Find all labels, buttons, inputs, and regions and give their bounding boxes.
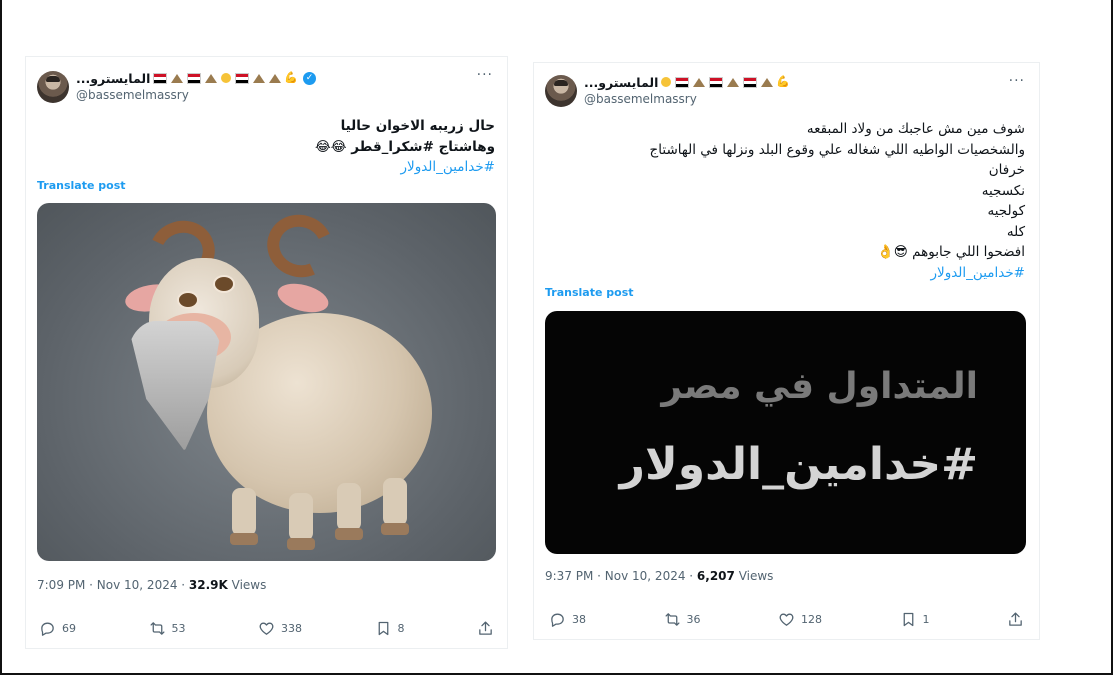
timestamp-text[interactable]: 7:09 PM · Nov 10, 2024 · — [37, 578, 189, 592]
reply-icon — [551, 613, 564, 627]
tweet-text-line: كله — [1006, 223, 1025, 240]
display-name[interactable]: ...المايسترو — [76, 71, 150, 86]
tweet-text-line: حال زريبه الاخوان حاليا — [340, 118, 495, 134]
egypt-flag-icon — [743, 76, 758, 88]
reply-button[interactable]: 69 — [39, 620, 76, 637]
tweet-timestamp[interactable]: 7:09 PM · Nov 10, 2024 · 32.9K Views — [37, 578, 266, 592]
reply-button[interactable]: 38 — [549, 611, 586, 628]
pyramid-icon — [253, 73, 266, 83]
bookmark-button[interactable]: 1 — [900, 611, 930, 628]
bookmark-icon — [378, 621, 388, 635]
bookmark-count: 8 — [397, 621, 405, 635]
display-name-row[interactable]: ...المايسترو 💪 ✓ — [76, 69, 317, 87]
avatar[interactable] — [37, 71, 69, 103]
repost-button[interactable]: 53 — [149, 620, 186, 637]
tweet-text: شوف مين مش عاجبك من ولاد المبقعه والشخصي… — [650, 119, 1025, 283]
views-label: Views — [227, 578, 267, 592]
egypt-flag-icon — [235, 72, 250, 84]
repost-button[interactable]: 36 — [664, 611, 701, 628]
muscle-icon: 💪 — [284, 71, 299, 84]
share-button[interactable] — [1007, 611, 1024, 628]
sheep-hoof — [287, 538, 315, 550]
pyramid-icon — [171, 73, 184, 83]
reply-count: 38 — [572, 612, 586, 626]
repost-icon — [149, 621, 165, 635]
more-options-icon[interactable]: ··· — [1009, 73, 1025, 89]
egypt-flag-icon — [153, 72, 168, 84]
user-handle[interactable]: @bassemelmassry — [76, 88, 189, 102]
like-button[interactable]: 338 — [258, 620, 302, 637]
tweet-image-sheep[interactable] — [37, 203, 496, 561]
egypt-flag-icon — [675, 76, 690, 88]
sheep-leg — [232, 488, 256, 536]
like-count: 128 — [801, 612, 822, 626]
user-handle[interactable]: @bassemelmassry — [584, 92, 697, 106]
sheep-horn — [258, 205, 342, 287]
heart-icon — [259, 622, 274, 635]
sheep-eye — [177, 291, 199, 309]
like-count: 338 — [281, 621, 302, 635]
egypt-flag-icon — [187, 72, 202, 84]
sheep-hoof — [381, 523, 409, 535]
pyramid-icon — [761, 77, 774, 87]
display-name-row[interactable]: ...المايسترو 💪 — [584, 73, 790, 91]
tweet-text-line: نكسجيه — [981, 182, 1025, 199]
tweet-text-line: كولجيه — [987, 203, 1025, 219]
tweet-text-line: شوف مين مش عاجبك من ولاد المبقعه — [806, 121, 1025, 137]
sheep-hoof — [335, 528, 363, 540]
sun-icon — [221, 73, 232, 83]
pyramid-icon — [269, 73, 282, 83]
hashtag-link[interactable]: #خدامين_الدولار — [650, 263, 1025, 284]
bookmark-count: 1 — [922, 612, 930, 626]
view-count: 32.9K — [188, 578, 228, 592]
repost-count: 53 — [171, 621, 186, 635]
sheep-ear — [274, 278, 332, 318]
reply-count: 69 — [62, 621, 76, 635]
pyramid-icon — [727, 77, 740, 87]
tweet-card-left[interactable]: ...المايسترو 💪 ✓ @bassemelmassry ··· حال… — [25, 56, 508, 649]
avatar[interactable] — [545, 75, 577, 107]
image-text-line2: #خدامين_الدولار — [619, 439, 978, 490]
muscle-icon: 💪 — [776, 75, 791, 88]
share-icon — [479, 620, 492, 635]
sun-icon — [661, 77, 672, 87]
action-bar: 38 36 128 1 — [549, 609, 1024, 629]
action-bar: 69 53 338 8 — [39, 618, 494, 638]
bookmark-icon — [903, 612, 913, 626]
sheep-leg — [289, 493, 313, 541]
tweet-text: حال زريبه الاخوان حاليا وهاشتاج #شكرا_قط… — [315, 116, 495, 157]
sheep-eye — [213, 275, 235, 293]
tweet-timestamp[interactable]: 9:37 PM · Nov 10, 2024 · 6,207 Views — [545, 569, 773, 583]
repost-icon — [664, 612, 680, 626]
tweet-image-hashtag[interactable]: المتداول في مصر #خدامين_الدولار — [545, 311, 1026, 554]
display-name[interactable]: ...المايسترو — [584, 75, 658, 90]
like-button[interactable]: 128 — [778, 611, 822, 628]
tweet-text-line: خرفان — [988, 162, 1025, 178]
tweet-text-line: والشخصيات الواطيه اللي شغاله علي وقوع ال… — [649, 141, 1025, 158]
sheep-leg — [383, 478, 407, 526]
image-text-line1: المتداول في مصر — [661, 366, 978, 407]
bookmark-button[interactable]: 8 — [375, 620, 405, 637]
reply-icon — [41, 622, 54, 636]
tweet-text-line: وهاشتاج #شكرا_قطر 😂😂 — [315, 138, 495, 155]
egypt-flag-icon — [709, 76, 724, 88]
timestamp-text[interactable]: 9:37 PM · Nov 10, 2024 · — [545, 569, 697, 583]
views-label: Views — [734, 569, 774, 583]
share-button[interactable] — [477, 620, 494, 637]
sheep-hoof — [230, 533, 258, 545]
more-options-icon[interactable]: ··· — [477, 67, 493, 83]
translate-post-link[interactable]: Translate post — [545, 286, 634, 299]
tweet-text-line: افضحوا اللي جابوهم 😎👌 — [877, 244, 1025, 260]
share-icon — [1009, 611, 1022, 626]
heart-icon — [779, 613, 794, 626]
verified-badge-icon: ✓ — [303, 71, 317, 85]
translate-post-link[interactable]: Translate post — [37, 179, 126, 192]
repost-count: 36 — [686, 612, 701, 626]
sheep-leg — [337, 483, 361, 531]
view-count: 6,207 — [696, 569, 735, 583]
tweet-card-right[interactable]: ...المايسترو 💪 @bassemelmassry ··· شوف م… — [533, 62, 1040, 640]
pyramid-icon — [693, 77, 706, 87]
pyramid-icon — [205, 73, 218, 83]
hashtag-link[interactable]: #خدامين_الدولار — [400, 157, 495, 178]
